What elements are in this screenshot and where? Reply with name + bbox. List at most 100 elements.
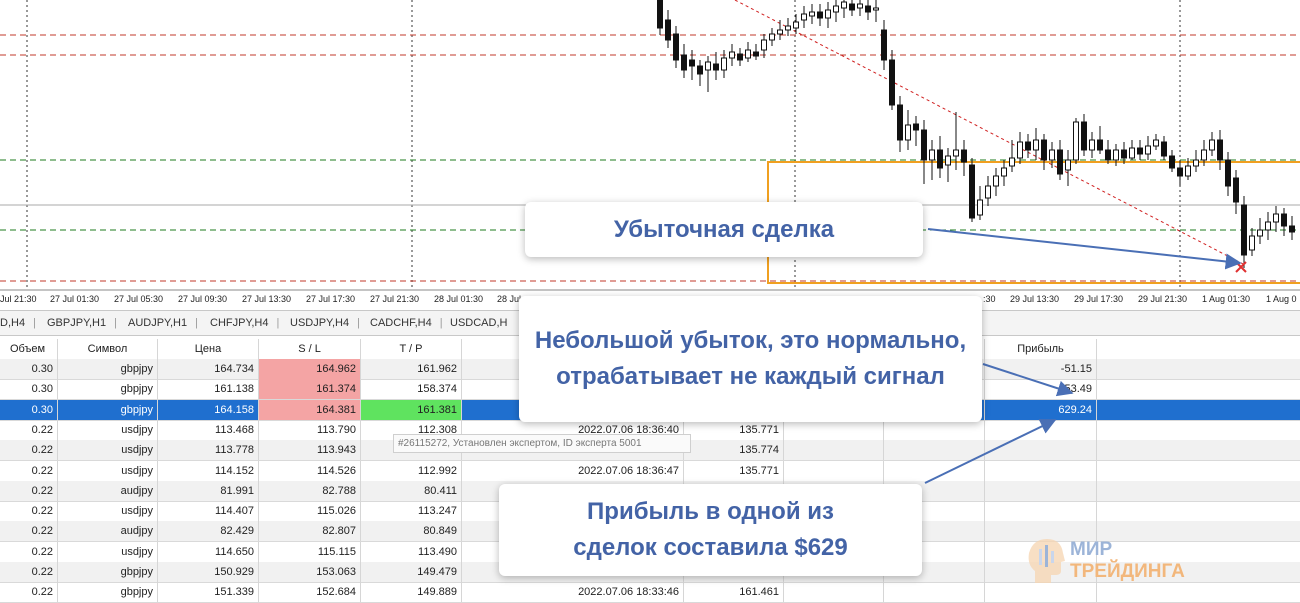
time-label: 27 Jul 21:30	[370, 294, 419, 304]
candle-body	[889, 59, 895, 106]
candle-body	[921, 129, 927, 161]
cell-symbol: gbpjpy	[58, 379, 158, 400]
candle-body	[841, 1, 847, 9]
table-row[interactable]: 0.22 usdjpy 114.152 114.526 112.992 2022.07.0…	[0, 460, 1300, 482]
tab-symbol[interactable]: USDCAD,H	[450, 311, 507, 335]
candle-body	[729, 51, 735, 59]
cell-empty	[784, 419, 884, 440]
cell-empty	[884, 582, 985, 603]
candle-body	[937, 149, 943, 169]
tab-symbol[interactable]: GBPJPY,H1 |	[47, 311, 117, 335]
candle-body	[1057, 149, 1063, 175]
cell-volume: 0.22	[0, 480, 58, 501]
time-label: 29 Jul 17:30	[1074, 294, 1123, 304]
cell-empty	[784, 460, 884, 481]
time-label: 29 Jul 13:30	[1010, 294, 1059, 304]
candle-body	[1089, 139, 1095, 151]
cell-sl: 115.115	[259, 541, 361, 562]
cell-sl: 113.943	[259, 440, 361, 461]
candle-body	[1113, 149, 1119, 161]
tab-symbol[interactable]: CADCHF,H4 |	[370, 311, 443, 335]
cell-tp: 158.374	[361, 379, 462, 400]
header-volume[interactable]: Объем	[0, 339, 58, 359]
candle-body	[1017, 141, 1023, 159]
candle-body	[1241, 204, 1247, 256]
cell-volume: 0.22	[0, 562, 58, 582]
header-price[interactable]: Цена	[158, 339, 259, 359]
candle-body	[1225, 159, 1231, 187]
cell-price: 150.929	[158, 562, 259, 582]
candle-body	[961, 149, 967, 163]
callout-small-loss: Небольшой убыток, это нормально, отрабат…	[519, 296, 982, 422]
candle-body	[905, 124, 911, 141]
candle-body	[897, 104, 903, 141]
cell-profit: -53.49	[985, 379, 1097, 400]
tab-symbol[interactable]: AUDJPY,H1 |	[128, 311, 198, 335]
header-profit[interactable]: Прибыль	[985, 339, 1097, 359]
cell-price: 114.650	[158, 541, 259, 562]
cell-volume: 0.30	[0, 359, 58, 379]
header-tp[interactable]: T / P	[361, 339, 462, 359]
cell-tp: 161.381	[361, 399, 462, 420]
header-symbol[interactable]: Символ	[58, 339, 158, 359]
cell-empty	[884, 460, 985, 481]
cell-profit	[985, 419, 1097, 440]
candle-body	[945, 155, 951, 166]
cell-profit	[985, 440, 1097, 461]
candle-body	[881, 29, 887, 61]
cell-symbol: gbpjpy	[58, 359, 158, 379]
time-label: :30	[983, 294, 996, 304]
candle-body	[785, 25, 791, 31]
price-chart[interactable]: Jul 21:30 27 Jul 01:30 27 Jul 05:30 27 J…	[0, 0, 1300, 310]
candle-body	[1273, 213, 1279, 223]
tab-symbol[interactable]: D,H4 |	[0, 311, 36, 335]
candle-body	[713, 63, 719, 71]
cell-sl: 114.526	[259, 460, 361, 481]
candle-body	[913, 123, 919, 131]
candle-body	[753, 51, 759, 57]
candle-body	[1137, 147, 1143, 155]
cell-price: 161.138	[158, 379, 259, 400]
candle-body	[1081, 121, 1087, 151]
candle-body	[777, 29, 783, 35]
candle-body	[969, 164, 975, 219]
header-sl[interactable]: S / L	[259, 339, 361, 359]
cell-tp: 113.247	[361, 501, 462, 522]
candle-body	[1153, 139, 1159, 147]
cell-symbol: usdjpy	[58, 440, 158, 461]
cell-profit: -51.15	[985, 359, 1097, 379]
tab-symbol[interactable]: CHFJPY,H4 |	[210, 311, 279, 335]
candle-body	[809, 11, 815, 17]
cell-time: 2022.07.06 18:36:47	[462, 460, 684, 481]
candle-body	[1145, 145, 1151, 155]
cell-tp: 80.849	[361, 521, 462, 542]
candle-body	[1001, 167, 1007, 177]
cell-price: 151.339	[158, 582, 259, 603]
candle-body	[657, 0, 663, 29]
candle-body	[1009, 157, 1015, 167]
cell-volume: 0.30	[0, 379, 58, 400]
candle-body	[985, 185, 991, 199]
time-label: 1 Aug 0	[1266, 294, 1297, 304]
callout-profit-trade: Прибыль в одной из сделок составила $629	[499, 484, 922, 576]
candle-body	[673, 33, 679, 61]
candle-body	[1121, 149, 1127, 159]
cell-symbol: gbpjpy	[58, 562, 158, 582]
cell-sl: 113.790	[259, 419, 361, 440]
candle-body	[857, 3, 863, 9]
candle-body	[865, 5, 871, 13]
candle-body	[721, 57, 727, 71]
cell-cur: 135.771	[684, 460, 784, 481]
cell-price: 82.429	[158, 521, 259, 542]
cell-price: 81.991	[158, 480, 259, 501]
cell-symbol: audjpy	[58, 521, 158, 542]
candle-body	[825, 9, 831, 19]
cell-price: 164.158	[158, 399, 259, 420]
candle-body	[1105, 149, 1111, 161]
candle-body	[1217, 139, 1223, 161]
cell-volume: 0.22	[0, 582, 58, 603]
time-label: 29 Jul 21:30	[1138, 294, 1187, 304]
time-label: 27 Jul 17:30	[306, 294, 355, 304]
cell-tp: 161.962	[361, 359, 462, 379]
tab-symbol[interactable]: USDJPY,H4 |	[290, 311, 360, 335]
